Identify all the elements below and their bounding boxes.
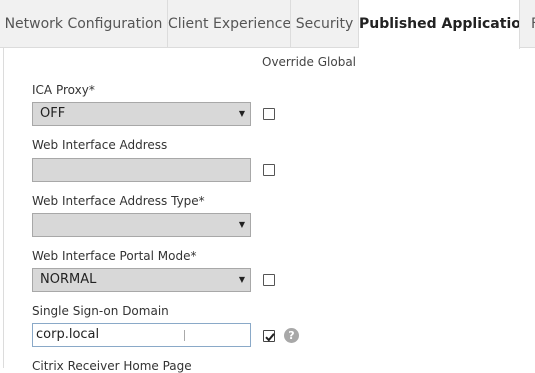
checkmark-icon (265, 333, 275, 342)
ica-proxy-label: ICA Proxy* (32, 83, 95, 97)
web-interface-address-override-checkbox[interactable] (263, 164, 275, 176)
tab-client-experience[interactable]: Client Experience (168, 0, 291, 48)
tab-partial[interactable]: F (520, 0, 535, 48)
question-icon[interactable]: ? (284, 328, 299, 343)
tab-network-configuration[interactable]: Network Configuration (0, 0, 168, 48)
web-interface-portal-mode-select[interactable]: NORMAL ▼ (32, 268, 251, 292)
single-sign-on-domain-override-checkbox[interactable] (263, 330, 275, 342)
web-interface-address-label: Web Interface Address (32, 138, 168, 152)
web-interface-portal-mode-label: Web Interface Portal Mode* (32, 249, 197, 263)
chevron-down-icon: ▼ (238, 220, 245, 229)
ica-proxy-value: OFF (40, 106, 66, 121)
single-sign-on-domain-label: Single Sign-on Domain (32, 304, 169, 318)
web-interface-address-type-label: Web Interface Address Type* (32, 194, 205, 208)
override-global-header: Override Global (262, 55, 357, 69)
ica-proxy-override-checkbox[interactable] (263, 108, 275, 120)
panel-border (3, 48, 4, 368)
tab-bar: Network Configuration Client Experience … (0, 0, 535, 49)
ica-proxy-select[interactable]: OFF ▼ (32, 102, 251, 126)
text-cursor-icon (184, 330, 185, 341)
tab-published-applications[interactable]: Published Applications (359, 0, 520, 49)
citrix-receiver-home-page-label: Citrix Receiver Home Page (32, 359, 192, 373)
web-interface-address-input[interactable] (32, 158, 251, 182)
chevron-down-icon: ▼ (238, 275, 245, 284)
tab-security[interactable]: Security (291, 0, 359, 48)
single-sign-on-domain-value: corp.local (36, 327, 100, 342)
web-interface-portal-mode-value: NORMAL (40, 272, 97, 287)
web-interface-address-type-select[interactable]: ▼ (32, 213, 251, 237)
web-interface-portal-mode-override-checkbox[interactable] (263, 274, 275, 286)
single-sign-on-domain-input[interactable]: corp.local (32, 323, 251, 347)
chevron-down-icon: ▼ (238, 109, 245, 118)
